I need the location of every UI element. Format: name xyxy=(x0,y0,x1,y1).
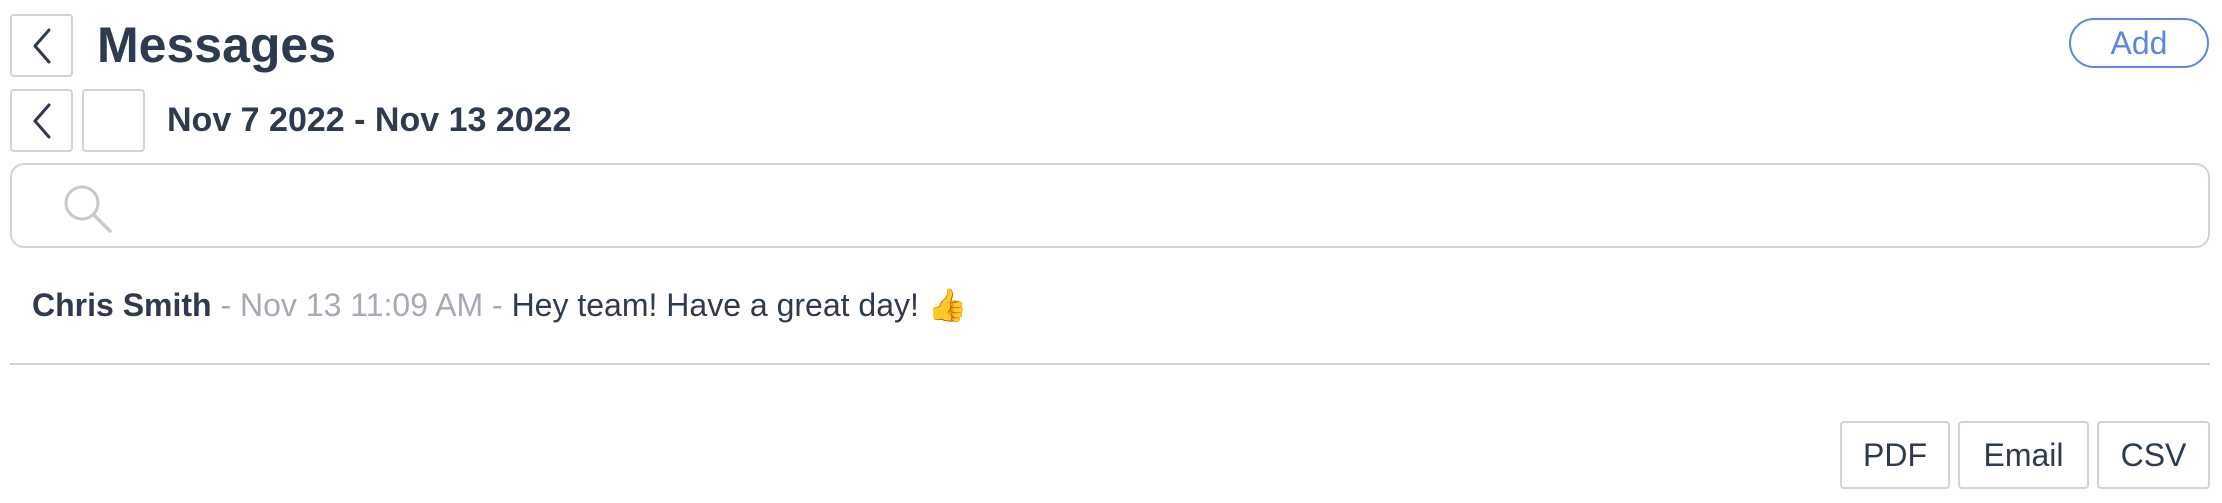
chevron-left-icon xyxy=(33,103,50,138)
csv-export-button[interactable]: CSV xyxy=(2097,421,2210,489)
message-text: Hey team! Have a great day! xyxy=(511,287,919,323)
message-author: Chris Smith xyxy=(32,287,212,323)
chevron-left-icon xyxy=(33,28,50,63)
list-item: Chris Smith - Nov 13 11:09 AM - Hey team… xyxy=(10,270,2210,365)
email-export-button[interactable]: Email xyxy=(1958,421,2089,489)
next-week-button[interactable] xyxy=(82,89,145,152)
page-title: Messages xyxy=(97,17,337,73)
add-button[interactable]: Add xyxy=(2069,18,2209,68)
date-range-label: Nov 7 2022 - Nov 13 2022 xyxy=(167,101,572,139)
pdf-export-button[interactable]: PDF xyxy=(1840,421,1950,489)
message-line: Chris Smith - Nov 13 11:09 AM - Hey team… xyxy=(32,282,968,328)
search-input[interactable] xyxy=(132,175,2196,239)
separator: - xyxy=(220,287,232,323)
back-button[interactable] xyxy=(10,14,73,77)
separator: - xyxy=(492,287,503,323)
search-icon xyxy=(64,185,112,233)
thumbs-up-icon: 👍 xyxy=(927,287,968,323)
search-box[interactable] xyxy=(10,163,2210,248)
message-timestamp: Nov 13 11:09 AM xyxy=(240,287,484,323)
previous-week-button[interactable] xyxy=(10,89,73,152)
